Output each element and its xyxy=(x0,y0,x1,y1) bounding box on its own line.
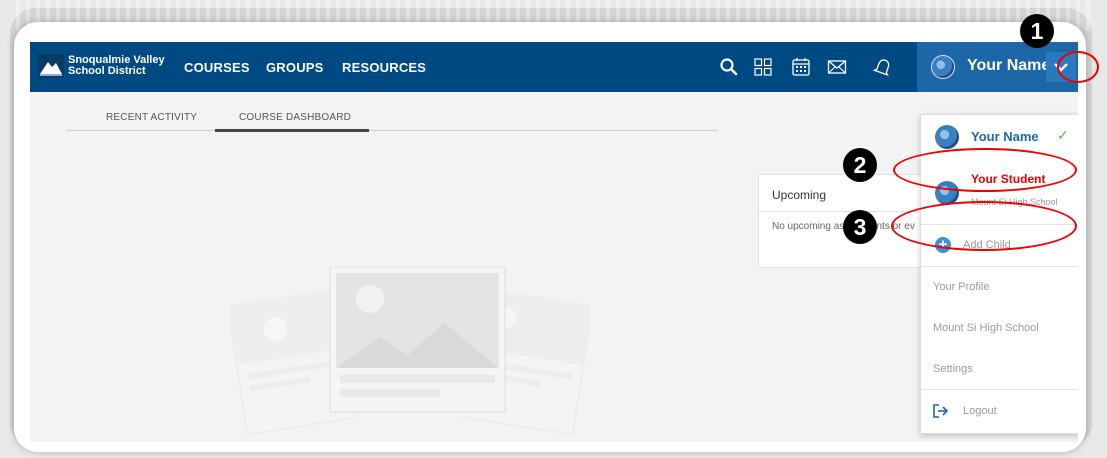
tab-recent-activity[interactable]: RECENT ACTIVITY xyxy=(106,112,197,123)
user-menu-toggle[interactable]: Your Name xyxy=(917,42,1078,92)
nav-courses[interactable]: COURSES xyxy=(184,60,250,75)
current-user-avatar xyxy=(935,125,959,149)
upcoming-divider xyxy=(759,211,929,212)
your-profile-label: Your Profile xyxy=(933,281,990,293)
search-icon[interactable] xyxy=(718,56,740,78)
top-navbar: Snoqualmie Valley School District COURSE… xyxy=(30,42,1078,92)
dropdown-divider xyxy=(921,266,1078,267)
district-name-line2: School District xyxy=(68,65,146,77)
tab-active-indicator xyxy=(215,129,369,132)
settings-label: Settings xyxy=(933,363,973,375)
nav-resources[interactable]: RESOURCES xyxy=(342,60,426,75)
district-logo-icon[interactable] xyxy=(38,54,64,78)
nav-groups[interactable]: GROUPS xyxy=(266,60,324,75)
bell-icon[interactable] xyxy=(872,56,894,78)
dropdown-your-profile[interactable]: Your Profile xyxy=(921,271,1078,301)
user-name: Your Name xyxy=(967,57,1051,74)
dropdown-school[interactable]: Mount Si High School xyxy=(921,311,1078,341)
annotation-number-3: 3 xyxy=(843,210,877,244)
annotation-ring-2 xyxy=(893,148,1077,192)
tab-course-dashboard[interactable]: COURSE DASHBOARD xyxy=(239,112,351,123)
logout-label: Logout xyxy=(963,405,997,417)
apps-grid-icon[interactable] xyxy=(752,56,774,78)
current-user-name: Your Name xyxy=(971,129,1039,144)
annotation-ring-1 xyxy=(1057,51,1099,83)
mail-icon[interactable] xyxy=(826,56,848,78)
checkmark-icon: ✓ xyxy=(1057,127,1069,143)
upcoming-title: Upcoming xyxy=(772,188,827,202)
calendar-icon[interactable] xyxy=(790,56,812,78)
user-avatar xyxy=(931,55,955,79)
district-name[interactable]: Snoqualmie Valley School District xyxy=(68,55,165,77)
annotation-number-1: 1 xyxy=(1020,14,1054,48)
tab-divider xyxy=(66,130,718,131)
annotation-number-2: 2 xyxy=(843,148,877,182)
dropdown-divider xyxy=(921,389,1078,390)
empty-dashboard-illustration xyxy=(230,267,590,436)
dropdown-settings[interactable]: Settings xyxy=(921,353,1078,383)
logout-icon xyxy=(933,404,949,418)
school-label: Mount Si High School xyxy=(933,322,1039,334)
annotation-ring-3 xyxy=(891,201,1077,251)
dropdown-logout[interactable]: Logout xyxy=(921,395,1078,429)
